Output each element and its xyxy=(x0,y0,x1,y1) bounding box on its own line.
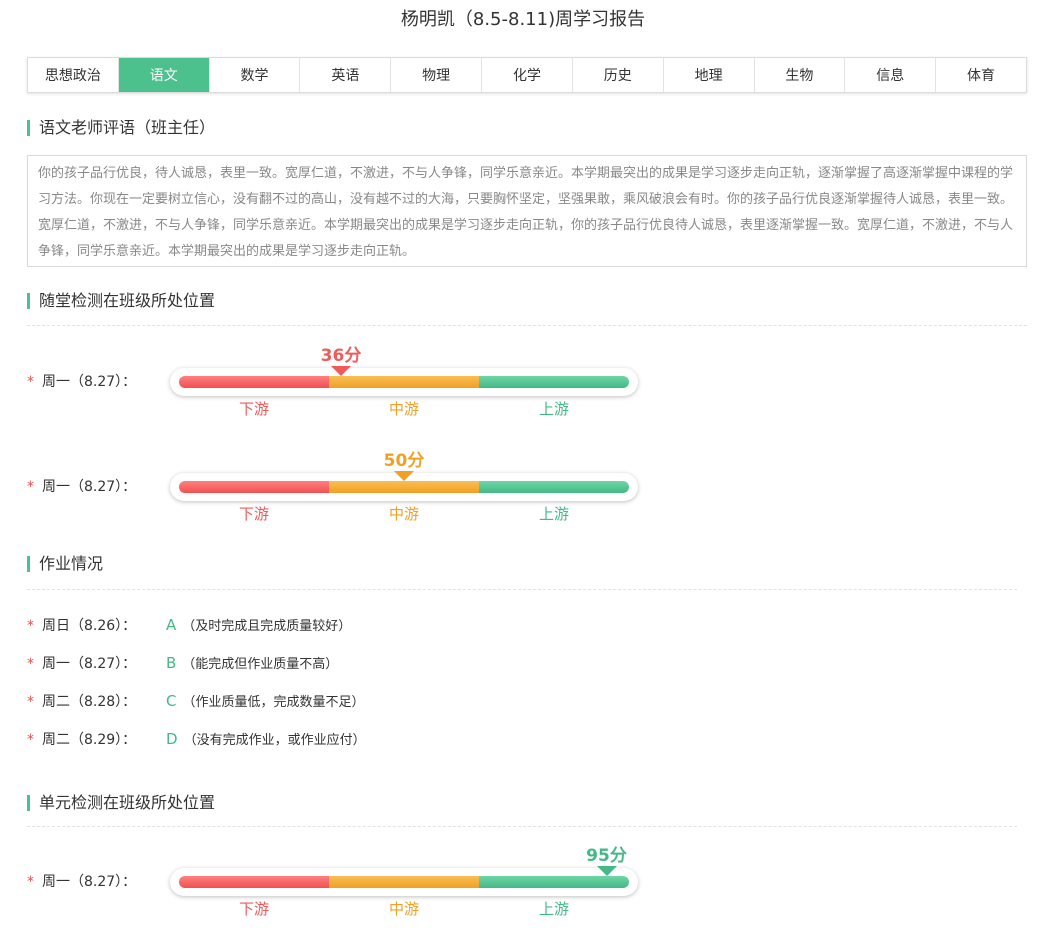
meter-segment-low xyxy=(179,481,329,493)
required-star: * xyxy=(27,656,34,672)
homework-grade: B xyxy=(166,654,177,672)
homework-grade: A xyxy=(166,616,177,634)
tab-politics[interactable]: 思想政治 xyxy=(28,58,119,92)
position-meter: 50分 下游 中游 上游 xyxy=(170,451,638,523)
homework-heading: 作业情况 xyxy=(27,554,103,574)
divider xyxy=(27,325,1027,326)
subject-tabs: 思想政治 语文 数学 英语 物理 化学 历史 地理 生物 信息 体育 xyxy=(27,57,1027,93)
row-date: 周一（8.27）： xyxy=(42,374,137,390)
zone-label-low: 下游 xyxy=(238,900,269,918)
homework-row: * 周二（8.28）： C （作业质量低，完成数量不足） xyxy=(27,691,365,713)
zone-label-high: 上游 xyxy=(538,505,569,523)
meter-segment-high xyxy=(479,376,629,388)
homework-row: * 周二（8.29）： D （没有完成作业，或作业应付） xyxy=(27,729,366,751)
homework-row: * 周一（8.27）： B （能完成但作业质量不高） xyxy=(27,653,338,675)
unit-test-row-label: * 周一（8.27）： xyxy=(27,872,136,892)
marker-arrow-icon xyxy=(394,471,414,481)
tab-chemistry[interactable]: 化学 xyxy=(482,58,573,92)
zone-label-high: 上游 xyxy=(538,900,569,918)
teacher-comment: 你的孩子品行优良，待人诚恳，表里一致。宽厚仁道，不激进，不与人争锋，同学乐意亲近… xyxy=(27,155,1027,267)
score-marker: 50分 xyxy=(374,451,434,481)
score-marker: 36分 xyxy=(311,346,371,376)
required-star: * xyxy=(27,874,34,890)
score-marker: 95分 xyxy=(577,846,637,876)
homework-desc: （没有完成作业，或作业应付） xyxy=(183,733,366,748)
tab-chinese[interactable]: 语文 xyxy=(118,58,210,92)
meter-segment-mid xyxy=(329,481,479,493)
tab-history[interactable]: 历史 xyxy=(573,58,664,92)
meter-segment-mid xyxy=(329,376,479,388)
tab-geography[interactable]: 地理 xyxy=(664,58,755,92)
zone-label-mid: 中游 xyxy=(388,900,419,918)
homework-grade: C xyxy=(166,692,177,710)
tab-physics[interactable]: 物理 xyxy=(391,58,483,92)
meter-segment-mid xyxy=(329,876,479,888)
score-value: 36分 xyxy=(320,346,362,366)
required-star: * xyxy=(27,374,34,390)
class-test-heading: 随堂检测在班级所处位置 xyxy=(27,291,215,311)
divider xyxy=(27,826,1017,827)
zone-label-high: 上游 xyxy=(538,400,569,418)
meter-track xyxy=(179,481,629,493)
required-star: * xyxy=(27,618,34,634)
score-value: 50分 xyxy=(383,451,425,471)
required-star: * xyxy=(27,732,34,748)
comment-heading: 语文老师评语（班主任） xyxy=(27,118,215,138)
class-test-row-label: * 周一（8.27）： xyxy=(27,372,136,392)
class-test-row-label: * 周一（8.27）： xyxy=(27,477,136,497)
homework-desc: （及时完成且完成质量较好） xyxy=(182,619,352,634)
homework-grade: D xyxy=(166,730,178,748)
meter-segment-high xyxy=(479,481,629,493)
zone-label-mid: 中游 xyxy=(388,400,419,418)
homework-desc: （作业质量低，完成数量不足） xyxy=(182,695,365,710)
required-star: * xyxy=(27,694,34,710)
page-title: 杨明凯（8.5-8.11)周学习报告 xyxy=(400,9,646,30)
score-value: 95分 xyxy=(586,846,627,866)
meter-segment-low xyxy=(179,376,329,388)
divider xyxy=(27,589,1017,590)
meter-segment-low xyxy=(179,876,329,888)
homework-desc: （能完成但作业质量不高） xyxy=(182,657,339,672)
position-meter: 95分 下游 中游 上游 xyxy=(170,846,638,918)
marker-arrow-icon xyxy=(596,866,617,876)
homework-day: 周一（8.27）： xyxy=(42,656,137,672)
meter-track xyxy=(179,876,629,888)
meter-track xyxy=(179,376,629,388)
tab-math[interactable]: 数学 xyxy=(210,58,301,92)
homework-day: 周日（8.26）： xyxy=(42,618,137,634)
homework-day: 周二（8.28）： xyxy=(42,694,137,710)
row-date: 周一（8.27）： xyxy=(42,479,137,495)
meter-segment-high xyxy=(479,876,629,888)
tab-biology[interactable]: 生物 xyxy=(755,58,846,92)
homework-day: 周二（8.29）： xyxy=(42,732,137,748)
row-date: 周一（8.27）： xyxy=(42,874,137,890)
marker-arrow-icon xyxy=(331,366,351,376)
tab-english[interactable]: 英语 xyxy=(300,58,392,92)
tab-information[interactable]: 信息 xyxy=(845,58,937,92)
tab-pe[interactable]: 体育 xyxy=(936,58,1026,92)
unit-test-heading: 单元检测在班级所处位置 xyxy=(27,793,215,813)
zone-label-low: 下游 xyxy=(238,400,269,418)
required-star: * xyxy=(27,479,34,495)
homework-row: * 周日（8.26）： A （及时完成且完成质量较好） xyxy=(27,615,351,637)
position-meter: 36分 下游 中游 上游 xyxy=(170,346,638,418)
zone-label-mid: 中游 xyxy=(388,505,419,523)
zone-label-low: 下游 xyxy=(238,505,269,523)
